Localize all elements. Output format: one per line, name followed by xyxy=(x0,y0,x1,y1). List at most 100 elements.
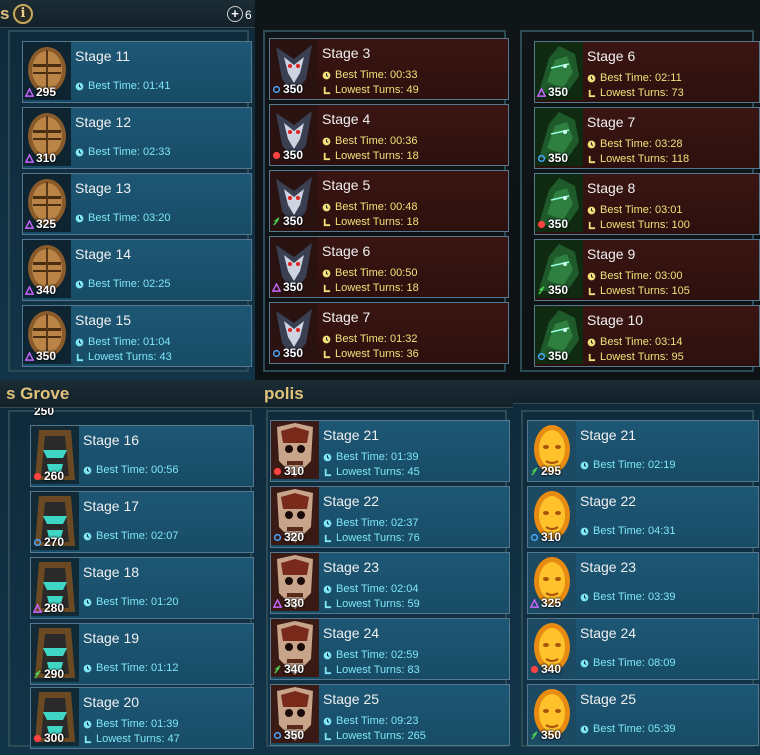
best-time-text: Best Time: 01:04 xyxy=(88,336,171,348)
lowest-turns: Lowest Turns: 73 xyxy=(587,87,684,99)
stage-card[interactable]: 350 Stage 4 Best Time: 00:36 Lowest Turns: … xyxy=(269,104,509,166)
turns-icon xyxy=(588,221,596,229)
magic-affinity-icon xyxy=(33,538,42,546)
best-time-text: Best Time: 01:12 xyxy=(96,662,179,674)
boss-portrait: 295 xyxy=(23,42,71,100)
boss-portrait: 350 xyxy=(535,174,583,232)
stage-card[interactable]: 340 Stage 14 Best Time: 02:25 xyxy=(22,239,252,301)
stage-card[interactable]: 330 Stage 23 Best Time: 02:04 Lowest Turns:… xyxy=(270,552,510,614)
stage-card[interactable]: 350 Stage 25 Best Time: 05:39 xyxy=(527,684,759,746)
stage-card[interactable]: 310 Stage 21 Best Time: 01:39 Lowest Turns:… xyxy=(270,420,510,482)
top-bar: s i +6 xyxy=(0,0,255,28)
lowest-turns: Lowest Turns: 18 xyxy=(322,282,419,294)
stage-title: Stage 9 xyxy=(587,246,636,262)
boss-portrait: 340 xyxy=(271,619,319,677)
stage-title: Stage 7 xyxy=(587,114,636,130)
turns-icon xyxy=(323,86,331,94)
stage-card[interactable]: 260 Stage 16 Best Time: 00:56 xyxy=(30,425,254,487)
stage-card[interactable]: 350 Stage 25 Best Time: 09:23 Lowest Turns:… xyxy=(270,684,510,746)
stage-card[interactable]: 350 Stage 7 Best Time: 01:32 Lowest Turns: … xyxy=(269,302,509,364)
turns-icon xyxy=(324,534,332,542)
power-value: 260 xyxy=(44,469,65,483)
best-time-text: Best Time: 03:28 xyxy=(600,138,683,150)
stage-card[interactable]: 350 Stage 6 Best Time: 00:50 Lowest Turns: … xyxy=(269,236,509,298)
stage-card[interactable]: 270 Stage 17 Best Time: 02:07 xyxy=(30,491,254,553)
stage-title: Stage 23 xyxy=(580,559,637,575)
lowest-turns: Lowest Turns: 18 xyxy=(322,150,419,162)
power-value: 300 xyxy=(44,731,65,745)
boss-portrait: 270 xyxy=(31,492,79,550)
plus-icon[interactable]: + xyxy=(227,6,243,22)
stage-card[interactable]: 340 Stage 24 Best Time: 02:59 Lowest Turns:… xyxy=(270,618,510,680)
stage-card[interactable]: 340 Stage 24 Best Time: 08:09 xyxy=(527,618,759,680)
stage-card[interactable]: 350 Stage 10 Best Time: 03:14 Lowest Turns:… xyxy=(534,305,760,367)
boss-portrait: 350 xyxy=(535,240,583,298)
lowest-turns-text: Lowest Turns: 18 xyxy=(335,216,419,228)
power-value: 350 xyxy=(283,82,304,96)
clock-icon xyxy=(587,206,596,214)
stage-card[interactable]: 325 Stage 23 Best Time: 03:39 xyxy=(527,552,759,614)
power-level: 350 xyxy=(272,82,303,96)
clock-icon xyxy=(322,203,331,211)
spirit-affinity-icon xyxy=(274,664,281,674)
stage-card[interactable]: 325 Stage 13 Best Time: 03:20 xyxy=(22,173,252,235)
lowest-turns-text: Lowest Turns: 45 xyxy=(336,466,420,478)
stage-card[interactable]: 280 Stage 18 Best Time: 01:20 xyxy=(30,557,254,619)
power-value: 350 xyxy=(548,85,569,99)
power-level: 295 xyxy=(530,464,561,478)
lowest-turns: Lowest Turns: 83 xyxy=(323,664,420,676)
best-time-text: Best Time: 02:25 xyxy=(88,278,171,290)
turns-icon xyxy=(324,666,332,674)
power-value: 350 xyxy=(283,214,304,228)
stage-title: Stage 16 xyxy=(83,432,140,448)
magic-affinity-icon xyxy=(530,533,539,541)
clock-icon xyxy=(83,466,92,474)
stage-card[interactable]: 310 Stage 12 Best Time: 02:33 xyxy=(22,107,252,169)
stage-card[interactable]: 310 Stage 22 Best Time: 04:31 xyxy=(527,486,759,548)
boss-portrait: 350 xyxy=(270,105,318,163)
best-time-text: Best Time: 01:39 xyxy=(96,718,179,730)
stage-card[interactable]: 350 Stage 6 Best Time: 02:11 Lowest Turns: … xyxy=(534,41,760,103)
power-level: 310 xyxy=(25,151,56,165)
clock-icon xyxy=(83,664,92,672)
lowest-turns: Lowest Turns: 59 xyxy=(323,598,420,610)
stage-card[interactable]: 350 Stage 3 Best Time: 00:33 Lowest Turns: … xyxy=(269,38,509,100)
boss-portrait: 350 xyxy=(270,237,318,295)
stage-card[interactable]: 290 Stage 19 Best Time: 01:12 xyxy=(30,623,254,685)
clock-icon xyxy=(323,453,332,461)
stage-card[interactable]: 295 Stage 21 Best Time: 02:19 xyxy=(527,420,759,482)
stage-title: Stage 14 xyxy=(75,246,132,262)
best-time: Best Time: 02:25 xyxy=(75,278,171,290)
boss-portrait: 320 xyxy=(271,487,319,545)
stage-card[interactable]: 320 Stage 22 Best Time: 02:37 Lowest Turns:… xyxy=(270,486,510,548)
stage-card[interactable]: 350 Stage 15 Best Time: 01:04 Lowest Turns:… xyxy=(22,305,252,367)
lowest-turns-text: Lowest Turns: 18 xyxy=(335,150,419,162)
info-icon[interactable]: i xyxy=(13,4,33,24)
stage-card[interactable]: 350 Stage 8 Best Time: 03:01 Lowest Turns: … xyxy=(534,173,760,235)
boss-portrait: 300 xyxy=(31,688,79,746)
turns-icon xyxy=(323,284,331,292)
power-value: 325 xyxy=(36,217,57,231)
stage-card[interactable]: 300 Stage 20 Best Time: 01:39 Lowest Turns:… xyxy=(30,687,254,749)
stage-panel-2: 350 Stage 3 Best Time: 00:33 Lowest Turns: … xyxy=(255,0,512,380)
stage-title: Stage 22 xyxy=(323,493,380,509)
power-level: 350 xyxy=(272,280,303,294)
stage-card[interactable]: 350 Stage 9 Best Time: 03:00 Lowest Turns: … xyxy=(534,239,760,301)
best-time: Best Time: 00:56 xyxy=(83,464,179,476)
best-time: Best Time: 01:04 xyxy=(75,336,171,348)
best-time: Best Time: 01:39 xyxy=(323,451,419,463)
power-level: 325 xyxy=(25,217,56,231)
stage-card[interactable]: 350 Stage 5 Best Time: 00:48 Lowest Turns: … xyxy=(269,170,509,232)
lowest-turns-text: Lowest Turns: 59 xyxy=(336,598,420,610)
stage-title: Stage 17 xyxy=(83,498,140,514)
power-value: 295 xyxy=(541,464,562,478)
best-time-text: Best Time: 09:23 xyxy=(336,715,419,727)
boss-portrait: 350 xyxy=(270,39,318,97)
power-value: 290 xyxy=(44,667,65,681)
power-level: 350 xyxy=(25,349,56,363)
stage-card[interactable]: 350 Stage 7 Best Time: 03:28 Lowest Turns: … xyxy=(534,107,760,169)
stage-card[interactable]: 295 Stage 11 Best Time: 01:41 xyxy=(22,41,252,103)
power-level: 350 xyxy=(537,349,568,363)
power-value: 310 xyxy=(284,464,305,478)
stage-panel-3: 350 Stage 6 Best Time: 02:11 Lowest Turns: … xyxy=(512,0,760,380)
